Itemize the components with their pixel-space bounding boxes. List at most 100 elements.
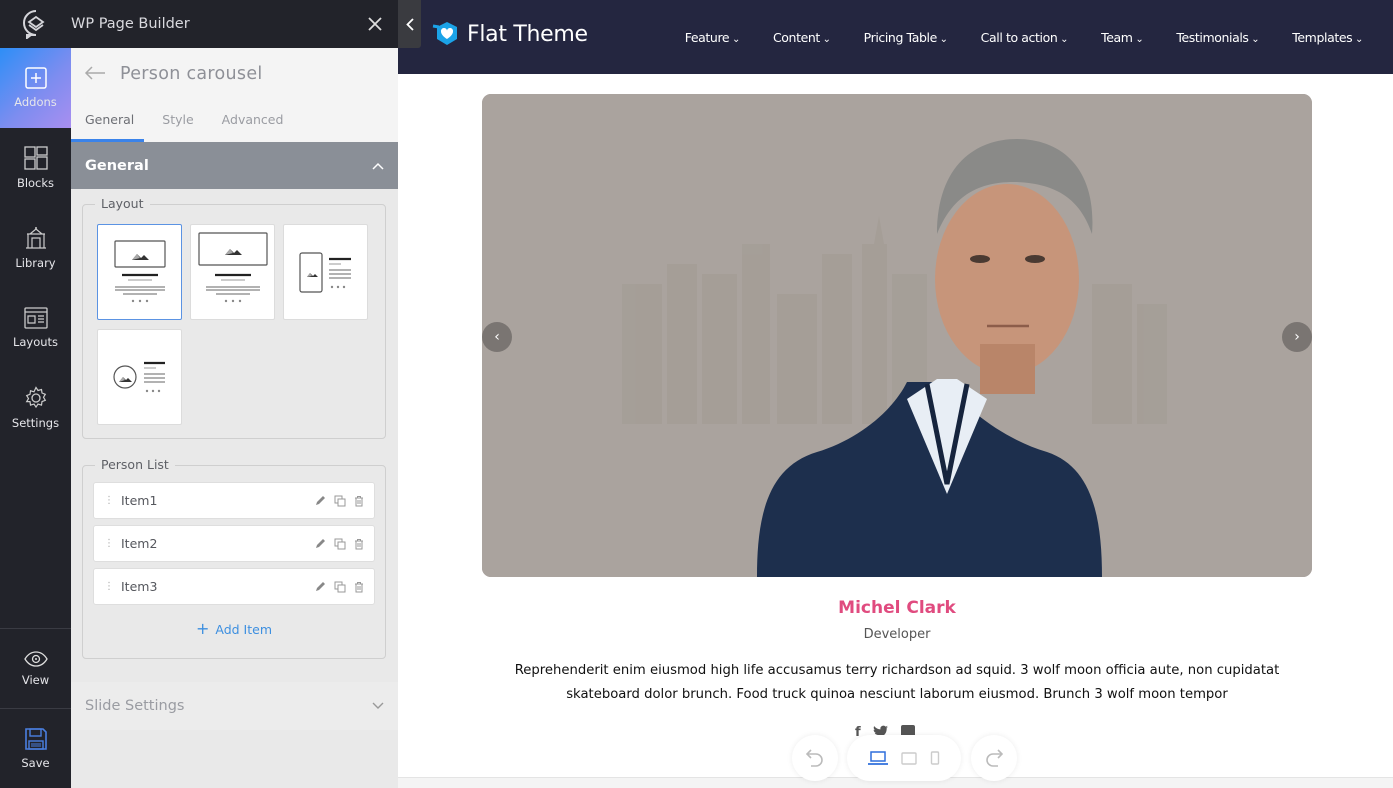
mobile-device-icon[interactable] [930,751,940,765]
menu-item-team[interactable]: Team [1101,30,1143,45]
duplicate-icon[interactable] [334,538,346,550]
layout-option-3[interactable] [283,224,368,320]
tablet-device-icon[interactable] [901,751,917,765]
blocks-grid-icon [23,146,48,170]
rail-label: Layouts [12,335,59,349]
list-item-label: Item2 [121,536,158,551]
layout-label: Layout [95,196,150,211]
rail-item-addons[interactable]: Addons [0,48,71,128]
section-title: General [85,157,149,174]
menu-item-testimonials[interactable]: Testimonials [1176,30,1259,45]
rail-label: Blocks [16,176,55,190]
layout-preview-1-icon [114,240,166,303]
builder-rail: Addons Blocks Library Layouts Settings V… [0,0,71,788]
menu-item-content[interactable]: Content [773,30,831,45]
layout-preview-4-icon [113,361,165,393]
person-photo [482,94,1312,577]
wp-page-builder-logo-icon [22,10,45,39]
layout-fieldset: Layout [82,196,386,439]
trash-icon[interactable] [354,538,364,550]
chevron-right-icon: › [1294,329,1300,345]
menu-item-feature[interactable]: Feature [685,30,740,45]
panel-tabs: General Style Advanced [71,112,297,135]
panel-header: Person carousel General Style Advanced [71,48,398,142]
undo-button[interactable] [792,735,838,781]
rail-label: Settings [11,416,60,430]
tab-style[interactable]: Style [162,112,193,135]
slide-settings-section[interactable]: Slide Settings [71,682,398,730]
addon-settings-panel: WP Page Builder Person carousel General … [71,0,398,788]
edit-pencil-icon[interactable] [315,581,326,592]
brand-name: Flat Theme [467,21,588,47]
person-name: Michel Clark [838,598,956,618]
gear-icon [25,386,46,409]
site-navbar: Flat Theme Feature Content Pricing Table… [398,0,1393,74]
carousel-next-button[interactable]: › [1282,322,1312,352]
edit-pencil-icon[interactable] [315,495,326,506]
site-brand[interactable]: Flat Theme [431,20,588,48]
floppy-disk-icon [24,727,47,750]
rail-label: View [21,672,50,687]
slide-settings-label: Slide Settings [85,698,185,714]
list-item[interactable]: ⋮ Item2 [93,525,375,562]
general-section-header[interactable]: General [71,142,398,189]
list-item-label: Item1 [121,493,158,508]
undo-icon [806,749,823,767]
drag-handle-icon[interactable]: ⋮ [104,495,114,506]
layout-icon [23,307,48,329]
carousel-prev-button[interactable]: ‹ [482,322,512,352]
desktop-device-icon[interactable] [867,751,888,765]
panel-titlebar: WP Page Builder [71,0,398,48]
plus-square-icon [24,67,47,89]
person-portrait-image [482,94,1312,577]
person-list-fieldset: Person List ⋮ Item1 ⋮ Item2 ⋮ Item3 + Ad… [82,457,386,659]
list-item[interactable]: ⋮ Item3 [93,568,375,605]
edit-pencil-icon[interactable] [315,538,326,549]
trash-icon[interactable] [354,581,364,593]
menu-item-call-to-action[interactable]: Call to action [981,30,1068,45]
app-title: WP Page Builder [71,16,190,32]
rail-item-view[interactable]: View [0,628,71,708]
list-item[interactable]: ⋮ Item1 [93,482,375,519]
person-list-label: Person List [95,457,175,472]
addon-title: Person carousel [120,64,263,84]
duplicate-icon[interactable] [334,581,346,593]
add-item-button[interactable]: + Add Item [83,619,385,638]
layout-option-4[interactable] [97,329,182,425]
layout-option-1[interactable] [97,224,182,320]
redo-button[interactable] [971,735,1017,781]
rail-item-settings[interactable]: Settings [0,368,71,448]
layout-option-2[interactable] [190,224,275,320]
chevron-up-icon [372,162,384,170]
add-item-label: Add Item [215,622,273,637]
rail-item-layouts[interactable]: Layouts [0,288,71,368]
trash-icon[interactable] [354,495,364,507]
chevron-left-icon: ‹ [494,329,500,345]
person-role: Developer [863,627,931,642]
rail-label: Library [15,256,56,270]
rail-label: Addons [14,95,57,109]
menu-item-pricing-table[interactable]: Pricing Table [864,30,948,45]
plus-icon: + [195,619,210,638]
rail-item-blocks[interactable]: Blocks [0,128,71,208]
layout-preview-3-icon [299,252,351,293]
menu-item-templates[interactable]: Templates [1292,30,1363,45]
active-tab-indicator [71,139,144,142]
redo-icon [986,749,1003,767]
tab-general[interactable]: General [85,112,134,135]
layout-preview-2-icon [198,232,268,303]
rail-item-library[interactable]: Library [0,208,71,288]
drag-handle-icon[interactable]: ⋮ [104,538,114,549]
tab-advanced[interactable]: Advanced [222,112,284,135]
duplicate-icon[interactable] [334,495,346,507]
main-menu: Feature Content Pricing Table Call to ac… [652,30,1363,45]
back-arrow-icon[interactable] [84,66,106,80]
close-icon[interactable] [368,17,382,31]
heart-shield-logo-icon [432,22,457,45]
device-switcher [847,735,961,781]
list-item-label: Item3 [121,579,158,594]
chevron-left-icon [405,17,414,31]
collapse-panel-button[interactable] [398,0,421,48]
rail-item-save[interactable]: Save [0,708,71,788]
drag-handle-icon[interactable]: ⋮ [104,581,114,592]
